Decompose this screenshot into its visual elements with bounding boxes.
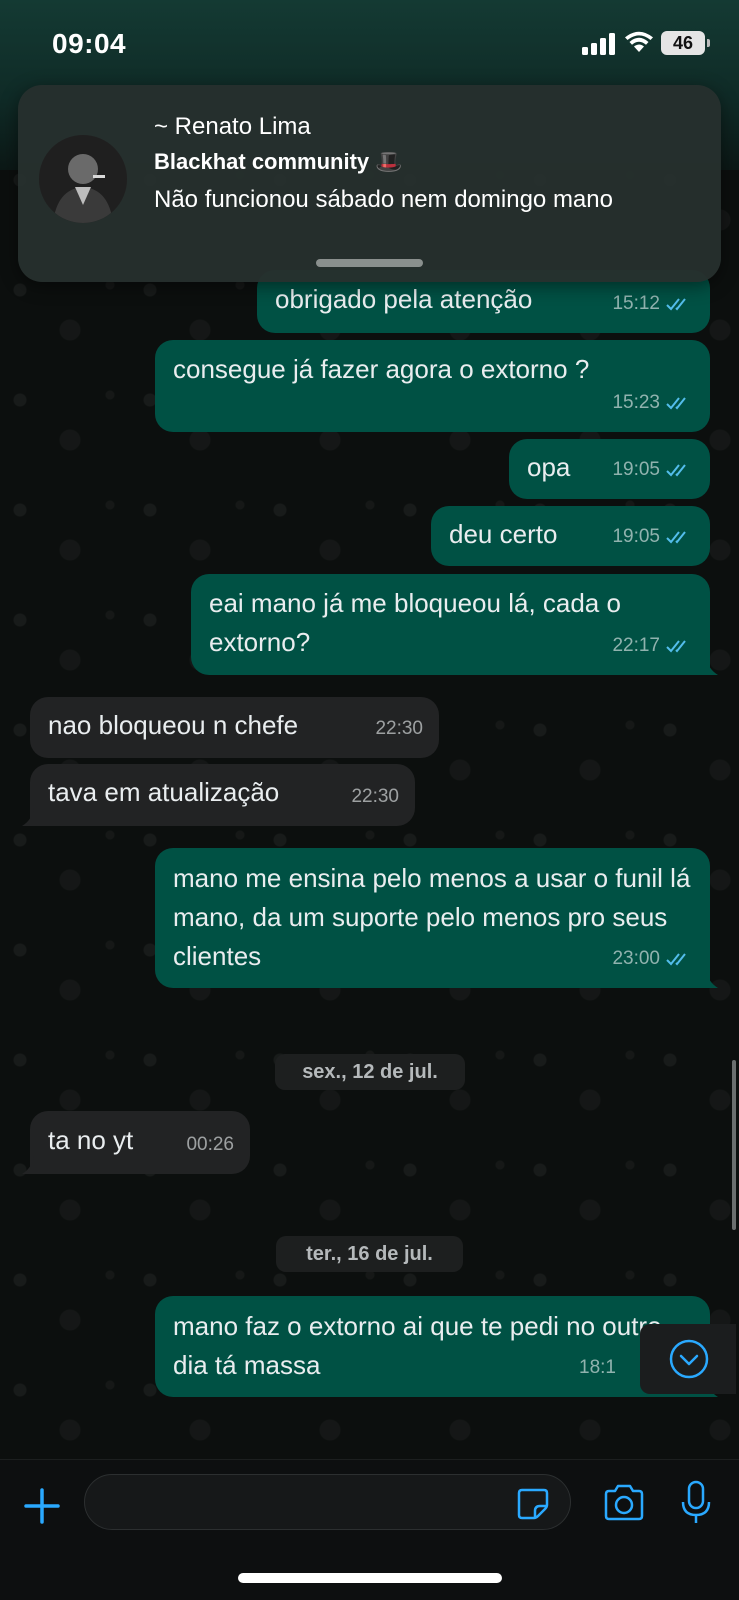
notification-grabber[interactable] <box>316 259 423 267</box>
home-indicator[interactable] <box>238 1573 502 1583</box>
message-time: 15:12 <box>612 293 660 314</box>
message-meta: 19:05 <box>612 450 694 489</box>
message-bubble-incoming[interactable]: tava em atualização 22:30 <box>22 764 415 826</box>
notification-sender: ~ Renato Lima <box>154 113 311 140</box>
avatar <box>39 135 127 223</box>
message-text: nao bloqueou n chefe <box>48 710 299 740</box>
signal-icon <box>582 33 615 55</box>
message-bubble-outgoing[interactable]: deu certo 19:05 <box>431 506 710 566</box>
read-ticks-icon <box>666 530 686 543</box>
read-ticks-icon <box>666 297 686 310</box>
read-ticks-icon <box>666 639 686 652</box>
read-ticks-icon <box>666 396 686 409</box>
chevron-down-icon <box>669 1339 709 1379</box>
notification-banner[interactable]: ~ Renato Lima Blackhat community 🎩 Não f… <box>18 85 721 282</box>
bubble-tail <box>22 808 38 826</box>
message-time: 15:23 <box>612 392 660 413</box>
message-input[interactable] <box>84 1474 571 1530</box>
date-separator: ter., 16 de jul. <box>276 1236 463 1272</box>
message-meta: 00:26 <box>186 1125 234 1164</box>
status-bar: 09:04 46 <box>0 0 739 86</box>
notification-message: Não funcionou sábado nem domingo mano <box>154 186 613 213</box>
message-bubble-outgoing[interactable]: opa 19:05 <box>509 439 710 499</box>
message-bubble-outgoing[interactable]: eai mano já me bloqueou lá, cada o extor… <box>191 574 718 675</box>
battery-indicator: 46 <box>661 31 710 55</box>
camera-icon[interactable] <box>602 1484 646 1522</box>
message-meta: 15:23 <box>612 383 694 422</box>
message-time: 22:30 <box>375 718 423 739</box>
wifi-icon <box>625 31 653 52</box>
message-bubble-incoming[interactable]: nao bloqueou n chefe 22:30 <box>30 697 439 758</box>
message-text: tava em atualização <box>48 777 280 807</box>
message-meta: 15:12 <box>612 284 694 323</box>
message-meta: 18:1 <box>579 1348 616 1387</box>
message-meta: 22:30 <box>375 709 423 748</box>
message-time: 19:05 <box>612 526 660 547</box>
scroll-to-bottom-button[interactable] <box>640 1324 736 1394</box>
message-meta: 19:05 <box>612 517 694 556</box>
read-ticks-icon <box>666 952 686 965</box>
bubble-tail <box>702 657 718 675</box>
bubble-tail <box>22 1156 38 1174</box>
message-time: 19:05 <box>612 459 660 480</box>
mic-icon[interactable] <box>679 1480 713 1526</box>
sticker-icon[interactable] <box>516 1487 550 1521</box>
status-time: 09:04 <box>52 28 127 59</box>
message-bubble-outgoing[interactable]: mano me ensina pelo menos a usar o funil… <box>155 848 718 988</box>
message-bubble-outgoing[interactable]: consegue já fazer agora o extorno ? 15:2… <box>155 340 710 432</box>
message-bubble-outgoing[interactable]: mano faz o extorno ai que te pedi no out… <box>155 1296 718 1397</box>
message-meta: 22:30 <box>351 777 399 816</box>
message-time: 18:1 <box>579 1357 616 1378</box>
scroll-indicator[interactable] <box>732 1060 736 1230</box>
message-time: 23:00 <box>612 948 660 969</box>
notification-group-name: Blackhat community 🎩 <box>154 149 403 174</box>
message-time: 00:26 <box>186 1134 234 1155</box>
date-separator: sex., 12 de jul. <box>275 1054 465 1090</box>
message-meta: 23:00 <box>612 939 694 978</box>
message-time: 22:30 <box>351 786 399 807</box>
message-meta: 22:17 <box>612 626 694 665</box>
bubble-tail <box>702 970 718 988</box>
message-time: 22:17 <box>612 635 660 656</box>
read-ticks-icon <box>666 463 686 476</box>
message-bubble-incoming[interactable]: ta no yt 00:26 <box>22 1111 250 1174</box>
plus-icon[interactable] <box>22 1486 62 1526</box>
